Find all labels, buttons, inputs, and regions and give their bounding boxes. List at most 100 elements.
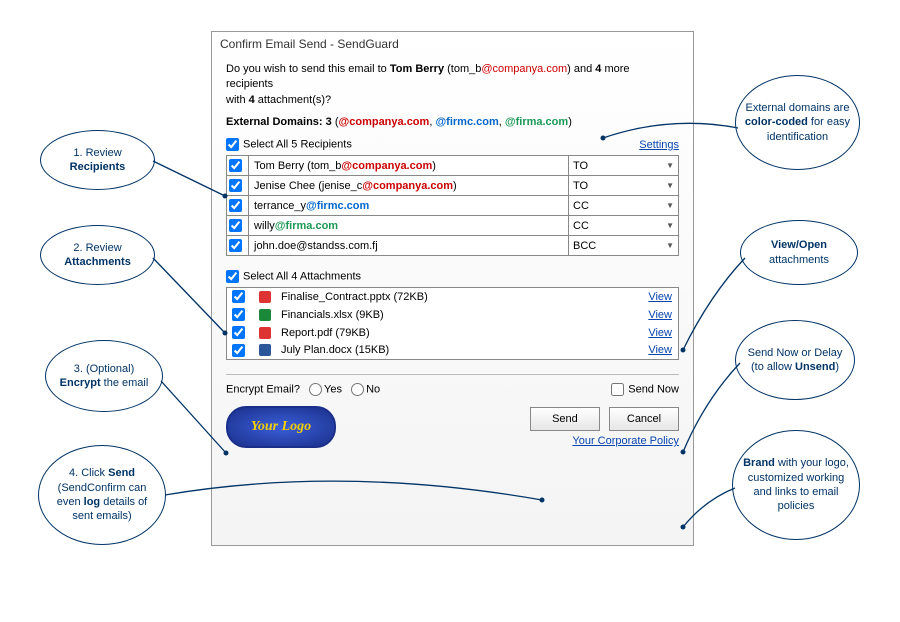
button-group: Send Cancel <box>524 407 679 431</box>
chevron-down-icon: ▼ <box>666 221 674 230</box>
attachment-checkbox[interactable] <box>232 344 245 357</box>
divider <box>226 374 679 375</box>
attachment-name: Financials.xlsx (9KB) <box>276 306 639 324</box>
prompt-mid: and <box>571 63 595 75</box>
pointer-line <box>158 378 228 456</box>
recipient-row: willy@firma.comCC▼ <box>227 216 679 236</box>
attachment-row: Finalise_Contract.pptx (72KB) View <box>227 288 679 306</box>
ext-domain-2: @firmc.com <box>435 116 498 128</box>
pointer-line <box>680 485 740 530</box>
recipient-address: terrance_y@firmc.com <box>249 196 569 216</box>
view-attachment-link[interactable]: View <box>648 327 672 339</box>
recipient-checkbox[interactable] <box>229 199 242 212</box>
send-now-label[interactable]: Send Now <box>611 383 679 396</box>
send-now-text: Send Now <box>628 384 679 396</box>
recipient-role-select[interactable]: TO▼ <box>569 178 678 194</box>
recipient-role-select[interactable]: CC▼ <box>569 198 678 214</box>
file-icon <box>259 309 271 321</box>
callout-brand: Brand with your logo, customized working… <box>732 430 860 540</box>
footer-right: Send Cancel Your Corporate Policy <box>524 407 679 447</box>
cancel-button[interactable]: Cancel <box>609 407 679 431</box>
pointer-line <box>150 255 230 335</box>
chevron-down-icon: ▼ <box>666 241 674 250</box>
file-icon <box>259 291 271 303</box>
callout-view-open: View/Open attachments <box>740 220 858 285</box>
recipient-checkbox[interactable] <box>229 179 242 192</box>
attachments-table: Finalise_Contract.pptx (72KB)ViewFinanci… <box>226 287 679 360</box>
view-attachment-link[interactable]: View <box>648 344 672 356</box>
encrypt-row: Encrypt Email? Yes No Send Now <box>226 383 679 396</box>
pointer-line <box>680 360 745 455</box>
attachment-name: Report.pdf (79KB) <box>276 324 639 342</box>
file-icon <box>259 327 271 339</box>
attachment-row: Report.pdf (79KB) View <box>227 324 679 342</box>
recipient-address: john.doe@standss.com.fj <box>249 236 569 256</box>
policy-link-row: Your Corporate Policy <box>524 435 679 447</box>
recipient-row: Jenise Chee (jenise_c@companya.com)TO▼ <box>227 176 679 196</box>
attachment-checkbox[interactable] <box>232 290 245 303</box>
callout-send: 4. Click Send (SendConfirm can even log … <box>38 445 166 545</box>
recipient-address: willy@firma.com <box>249 216 569 236</box>
prompt-text: Do you wish to send this email to Tom Be… <box>226 62 679 108</box>
prompt-with: with <box>226 94 249 106</box>
send-button[interactable]: Send <box>530 407 600 431</box>
ext-close: ) <box>568 116 572 128</box>
attachment-checkbox[interactable] <box>232 326 245 339</box>
view-attachment-link[interactable]: View <box>648 309 672 321</box>
recipient-checkbox[interactable] <box>229 239 242 252</box>
callout-review-recipients: 1. Review Recipients <box>40 130 155 190</box>
chevron-down-icon: ▼ <box>666 161 674 170</box>
prompt-pre: Do you wish to send this email to <box>226 63 390 75</box>
ext-domain-3: @firma.com <box>505 116 568 128</box>
send-now-checkbox[interactable] <box>611 383 624 396</box>
attachment-name: July Plan.docx (15KB) <box>276 342 639 360</box>
encrypt-no-label: No <box>366 384 380 396</box>
ext-label: External Domains: <box>226 116 326 128</box>
attachment-row: July Plan.docx (15KB) View <box>227 342 679 360</box>
select-attachments-row: Select All 4 Attachments <box>226 270 679 283</box>
footer-row: Your Logo Send Cancel Your Corporate Pol… <box>226 406 679 448</box>
pointer-line <box>150 158 230 198</box>
attachment-checkbox[interactable] <box>232 308 245 321</box>
confirm-send-dialog: Confirm Email Send - SendGuard Do you wi… <box>211 31 694 546</box>
encrypt-yes-label: Yes <box>324 384 342 396</box>
encrypt-no-radio[interactable] <box>351 383 364 396</box>
dialog-body: Do you wish to send this email to Tom Be… <box>212 56 693 458</box>
recipient-address: Jenise Chee (jenise_c@companya.com) <box>249 176 569 196</box>
primary-addr-open: (tom_b <box>444 63 481 75</box>
primary-recipient-name: Tom Berry <box>390 63 444 75</box>
recipient-row: john.doe@standss.com.fjBCC▼ <box>227 236 679 256</box>
prompt-attach-suffix: attachment(s)? <box>255 94 331 106</box>
recipient-row: Tom Berry (tom_b@companya.com)TO▼ <box>227 156 679 176</box>
corporate-policy-link[interactable]: Your Corporate Policy <box>572 435 679 447</box>
encrypt-label: Encrypt Email? <box>226 384 300 396</box>
callout-send-now: Send Now or Delay (to allow Unsend) <box>735 320 855 400</box>
callout-encrypt: 3. (Optional) Encrypt the email <box>45 340 163 412</box>
select-attach-text: Select All 4 Attachments <box>243 271 361 283</box>
encrypt-left: Encrypt Email? Yes No <box>226 383 380 396</box>
recipient-role-select[interactable]: BCC▼ <box>569 238 678 254</box>
attachment-row: Financials.xlsx (9KB) View <box>227 306 679 324</box>
chevron-down-icon: ▼ <box>666 181 674 190</box>
attachment-name: Finalise_Contract.pptx (72KB) <box>276 288 639 306</box>
select-all-recipients-label[interactable]: Select All 5 Recipients <box>226 138 352 151</box>
recipient-address: Tom Berry (tom_b@companya.com) <box>249 156 569 176</box>
brand-logo: Your Logo <box>226 406 336 448</box>
pointer-line <box>162 470 547 510</box>
pointer-line <box>600 120 740 150</box>
recipient-checkbox[interactable] <box>229 219 242 232</box>
recipient-checkbox[interactable] <box>229 159 242 172</box>
select-recip-text: Select All 5 Recipients <box>243 139 352 151</box>
recipient-role-select[interactable]: TO▼ <box>569 158 678 174</box>
callout-review-attachments: 2. Review Attachments <box>40 225 155 285</box>
encrypt-yes-radio[interactable] <box>309 383 322 396</box>
select-all-attachments-label[interactable]: Select All 4 Attachments <box>226 270 361 283</box>
pointer-line <box>680 255 750 355</box>
recipients-table: Tom Berry (tom_b@companya.com)TO▼Jenise … <box>226 155 679 256</box>
recipient-role-select[interactable]: CC▼ <box>569 218 678 234</box>
dialog-title: Confirm Email Send - SendGuard <box>212 32 693 56</box>
select-all-recipients-checkbox[interactable] <box>226 138 239 151</box>
chevron-down-icon: ▼ <box>666 201 674 210</box>
view-attachment-link[interactable]: View <box>648 291 672 303</box>
ext-open: ( <box>332 116 339 128</box>
